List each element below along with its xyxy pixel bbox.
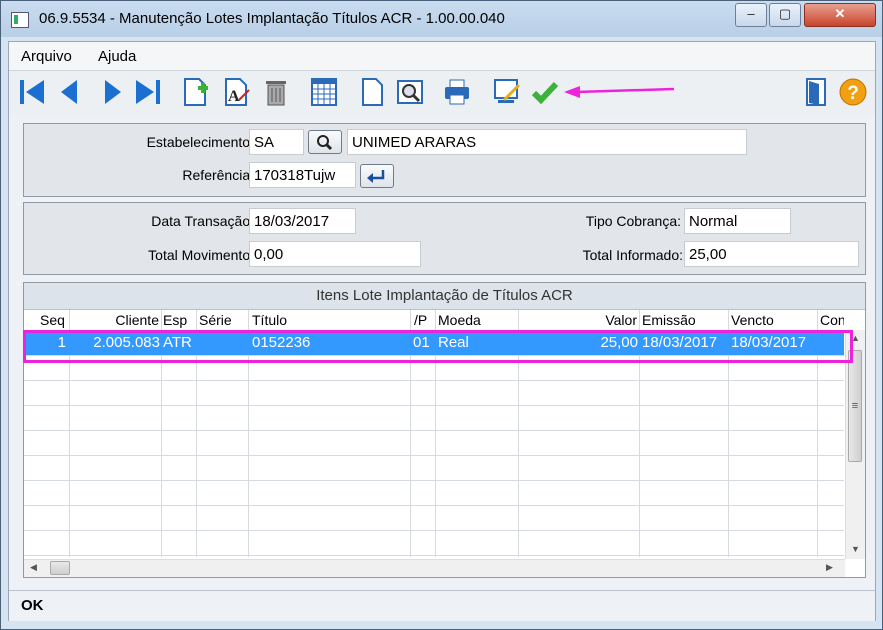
- menu-bar: Arquivo Ajuda: [9, 42, 875, 71]
- app-icon: [11, 12, 29, 28]
- annotation-arrow: [564, 86, 675, 98]
- window-title: 06.9.5534 - Manutenção Lotes Implantação…: [39, 10, 505, 27]
- menu-ajuda[interactable]: Ajuda: [98, 48, 136, 65]
- menu-arquivo[interactable]: Arquivo: [21, 48, 72, 65]
- column-header-serie[interactable]: Série: [199, 310, 244, 330]
- title-bar[interactable]: 06.9.5534 - Manutenção Lotes Implantação…: [1, 1, 882, 37]
- items-grid: Itens Lote Implantação de Títulos ACR Se…: [23, 282, 866, 578]
- edit-record-icon[interactable]: A: [222, 76, 252, 108]
- table-row[interactable]: [24, 531, 844, 556]
- last-record-icon[interactable]: [133, 76, 163, 108]
- status-text: OK: [21, 597, 44, 614]
- estabelecimento-input[interactable]: SA: [249, 129, 304, 155]
- search-icon: [317, 135, 333, 151]
- annotation-highlight-box: [23, 330, 853, 363]
- estabelecimento-name-field: UNIMED ARARAS: [347, 129, 747, 155]
- maximize-button[interactable]: ▢: [769, 3, 801, 27]
- total-movimento-field: 0,00: [249, 241, 421, 267]
- tipo-cobranca-label: Tipo Cobrança:: [585, 213, 681, 229]
- exit-door-icon[interactable]: [801, 76, 831, 108]
- table-row[interactable]: [24, 431, 844, 456]
- data-transacao-field[interactable]: 18/03/2017: [249, 208, 356, 234]
- scroll-left-icon[interactable]: ◀: [30, 562, 37, 573]
- scroll-right-icon[interactable]: ▶: [826, 562, 833, 573]
- help-icon-label: ?: [847, 83, 859, 104]
- table-row[interactable]: [24, 456, 844, 481]
- tipo-cobranca-field[interactable]: Normal: [684, 208, 791, 234]
- column-header-con[interactable]: Con: [820, 310, 844, 330]
- first-record-icon[interactable]: [17, 76, 47, 108]
- totals-panel: Data Transação: 18/03/2017 Total Movimen…: [23, 202, 866, 275]
- apply-referencia-button[interactable]: [360, 164, 394, 188]
- toolbar: A ?: [9, 71, 875, 115]
- column-header-parcela[interactable]: /P: [414, 310, 434, 330]
- table-row[interactable]: [24, 406, 844, 431]
- next-record-icon[interactable]: [97, 76, 127, 108]
- column-header-moeda[interactable]: Moeda: [438, 310, 498, 330]
- column-header-titulo[interactable]: Título: [252, 310, 332, 330]
- column-header-esp[interactable]: Esp: [163, 310, 193, 330]
- new-record-icon[interactable]: [181, 76, 211, 108]
- close-button[interactable]: ✕: [804, 3, 876, 27]
- header-panel: Estabelecimento: SA UNIMED ARARAS Referê…: [23, 123, 866, 197]
- edit-settings-icon[interactable]: [492, 76, 522, 108]
- column-header-vencto[interactable]: Vencto: [731, 310, 811, 330]
- client-area: Arquivo Ajuda A ? Estabelecimento: SA UN…: [8, 41, 876, 621]
- enter-arrow-icon: [367, 170, 385, 183]
- status-bar: OK: [9, 590, 875, 621]
- minimize-button[interactable]: ‒: [735, 3, 767, 27]
- print-preview-icon[interactable]: [395, 76, 425, 108]
- table-view-icon[interactable]: [309, 76, 339, 108]
- document-icon[interactable]: [357, 76, 387, 108]
- total-informado-label: Total Informado:: [582, 247, 683, 263]
- grid-header: Seq Cliente Esp Série Título /P Moeda Va…: [24, 310, 865, 331]
- column-header-emissao[interactable]: Emissão: [642, 310, 722, 330]
- vertical-scrollbar[interactable]: ▲ ≡ ▼: [845, 330, 865, 559]
- grid-title: Itens Lote Implantação de Títulos ACR: [24, 283, 865, 310]
- application-window: 06.9.5534 - Manutenção Lotes Implantação…: [0, 0, 883, 630]
- data-transacao-label: Data Transação:: [151, 213, 254, 229]
- vertical-scroll-thumb[interactable]: ≡: [848, 350, 862, 462]
- delete-icon[interactable]: [261, 76, 291, 108]
- scroll-down-icon[interactable]: ▼: [851, 544, 860, 554]
- zoom-search-button[interactable]: [308, 130, 342, 154]
- table-row[interactable]: [24, 381, 844, 406]
- horizontal-scroll-thumb[interactable]: [50, 561, 70, 575]
- estabelecimento-label: Estabelecimento:: [146, 134, 254, 150]
- confirm-check-icon[interactable]: [530, 76, 560, 108]
- total-movimento-label: Total Movimento:: [148, 247, 254, 263]
- help-icon[interactable]: ?: [838, 76, 868, 108]
- total-informado-field[interactable]: 25,00: [684, 241, 859, 267]
- table-row[interactable]: [24, 506, 844, 531]
- previous-record-icon[interactable]: [55, 76, 85, 108]
- table-row[interactable]: [24, 481, 844, 506]
- referencia-input[interactable]: 170318Tujw: [249, 162, 356, 188]
- column-header-seq[interactable]: Seq: [40, 310, 70, 330]
- referencia-label: Referência:: [182, 167, 254, 183]
- svg-text:A: A: [228, 88, 240, 105]
- print-icon[interactable]: [442, 76, 472, 108]
- column-header-valor[interactable]: Valor: [564, 310, 637, 330]
- column-header-cliente[interactable]: Cliente: [84, 310, 159, 330]
- horizontal-scrollbar[interactable]: ◀ ▶: [24, 559, 845, 577]
